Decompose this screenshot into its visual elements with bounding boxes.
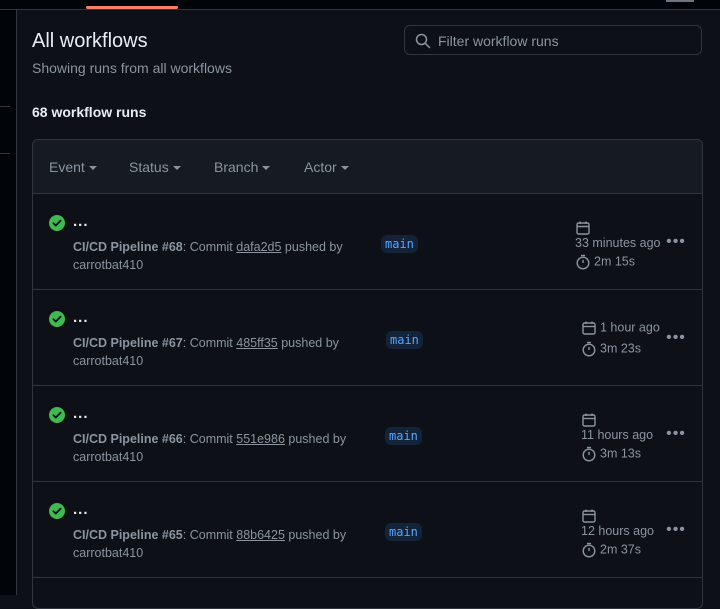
branch-label[interactable]: main (385, 523, 422, 541)
calendar-icon (582, 413, 596, 427)
run-desc-text: : Commit (182, 528, 237, 542)
run-duration: 2m 37s (581, 542, 641, 558)
run-date (575, 220, 594, 236)
kebab-menu-icon[interactable]: ••• (666, 328, 686, 348)
workflow-name: CI/CD Pipeline #66 (73, 432, 183, 446)
workflow-runs-list: Event Status Branch Actor ... CI/CD Pipe… (32, 139, 703, 609)
workflow-name: CI/CD Pipeline #67 (73, 336, 183, 350)
chevron-down-icon (262, 166, 271, 171)
run-duration: 3m 23s (581, 341, 641, 357)
stopwatch-icon (576, 254, 590, 270)
run-date (581, 508, 600, 524)
success-check-icon (49, 407, 65, 423)
chevron-down-icon (88, 166, 97, 171)
kebab-menu-icon[interactable]: ••• (666, 520, 686, 540)
workflow-runs-count: 68 workflow runs (32, 104, 147, 120)
stopwatch-icon (582, 446, 596, 462)
run-time-ago: 12 hours ago (581, 524, 654, 538)
actor-name: carrotbat410 (73, 450, 144, 464)
kebab-menu-icon[interactable]: ••• (666, 232, 686, 252)
run-duration-text: 2m 15s (594, 254, 635, 269)
chevron-down-icon (340, 166, 349, 171)
run-duration-text: 2m 37s (600, 542, 641, 557)
run-desc-text: : Commit (182, 432, 237, 446)
calendar-icon (582, 509, 596, 523)
event-filter-dropdown[interactable]: Event (49, 159, 97, 175)
workflow-run-row[interactable]: ... CI/CD Pipeline #68: Commit dafa2d5 p… (33, 194, 702, 290)
actor-filter-label: Actor (304, 159, 337, 175)
run-time-ago: 1 hour ago (600, 320, 660, 335)
branch-label[interactable]: main (386, 331, 423, 349)
run-desc-text: pushed by (277, 336, 339, 350)
run-description: CI/CD Pipeline #67: Commit 485ff35 pushe… (73, 334, 363, 370)
run-date: 1 hour ago (581, 320, 660, 336)
stopwatch-icon (582, 341, 596, 357)
sidebar-divider (0, 153, 10, 154)
search-input[interactable]: Filter workflow runs (438, 33, 559, 49)
workflow-name: CI/CD Pipeline #68 (73, 240, 183, 254)
workflow-name: CI/CD Pipeline #65 (73, 528, 183, 542)
run-desc-text: : Commit (182, 336, 237, 350)
status-filter-label: Status (129, 159, 169, 175)
branch-filter-dropdown[interactable]: Branch (214, 159, 271, 175)
commit-sha-link[interactable]: 551e986 (236, 432, 285, 446)
actor-name: carrotbat410 (73, 546, 144, 560)
page-subtitle: Showing runs from all workflows (32, 60, 232, 76)
actor-name: carrotbat410 (73, 354, 144, 368)
commit-sha-link[interactable]: 88b6425 (236, 528, 285, 542)
run-description: CI/CD Pipeline #66: Commit 551e986 pushe… (73, 430, 363, 466)
status-filter-dropdown[interactable]: Status (129, 159, 181, 175)
page-title: All workflows (32, 30, 148, 52)
run-desc-text: pushed by (284, 528, 347, 542)
workflow-run-row[interactable]: ... CI/CD Pipeline #65: Commit 88b6425 p… (33, 482, 702, 578)
workflow-run-row[interactable]: ... CI/CD Pipeline #66: Commit 551e986 p… (33, 386, 702, 482)
sidebar-divider (0, 106, 10, 107)
run-desc-text: : Commit (182, 240, 237, 254)
top-nav-bar (0, 0, 720, 10)
run-desc-text: pushed by (281, 240, 343, 254)
run-duration: 2m 15s (575, 254, 635, 270)
branch-filter-label: Branch (214, 159, 259, 175)
active-tab-indicator (86, 6, 178, 9)
workflow-sidebar (0, 10, 17, 595)
run-title-link[interactable]: ... (73, 213, 89, 230)
run-title-link[interactable]: ... (73, 501, 89, 518)
run-duration-text: 3m 13s (600, 446, 641, 461)
top-right-control[interactable] (666, 0, 694, 2)
commit-sha-link[interactable]: 485ff35 (236, 336, 277, 350)
success-check-icon (49, 215, 65, 231)
runs-filter-bar: Event Status Branch Actor (33, 140, 702, 194)
filter-runs-search[interactable]: Filter workflow runs (404, 25, 702, 55)
run-time-ago: 33 minutes ago (575, 236, 661, 250)
run-time-ago: 11 hours ago (581, 428, 654, 442)
run-title-link[interactable]: ... (73, 405, 89, 422)
calendar-icon (576, 221, 590, 235)
run-description: CI/CD Pipeline #65: Commit 88b6425 pushe… (73, 526, 363, 562)
success-check-icon (49, 503, 65, 519)
branch-label[interactable]: main (381, 235, 418, 253)
run-title-link[interactable]: ... (73, 309, 89, 326)
search-icon (415, 33, 431, 49)
calendar-icon (582, 321, 596, 335)
success-check-icon (49, 311, 65, 327)
kebab-menu-icon[interactable]: ••• (666, 424, 686, 444)
actor-name: carrotbat410 (73, 258, 144, 272)
run-desc-text: pushed by (284, 432, 347, 446)
chevron-down-icon (172, 166, 181, 171)
workflow-run-row[interactable]: ... CI/CD Pipeline #67: Commit 485ff35 p… (33, 290, 702, 386)
run-duration: 3m 13s (581, 446, 641, 462)
event-filter-label: Event (49, 159, 85, 175)
actor-filter-dropdown[interactable]: Actor (304, 159, 349, 175)
branch-label[interactable]: main (385, 427, 422, 445)
run-description: CI/CD Pipeline #68: Commit dafa2d5 pushe… (73, 238, 363, 274)
run-date (581, 412, 600, 428)
commit-sha-link[interactable]: dafa2d5 (236, 240, 281, 254)
run-duration-text: 3m 23s (600, 341, 641, 356)
stopwatch-icon (582, 542, 596, 558)
